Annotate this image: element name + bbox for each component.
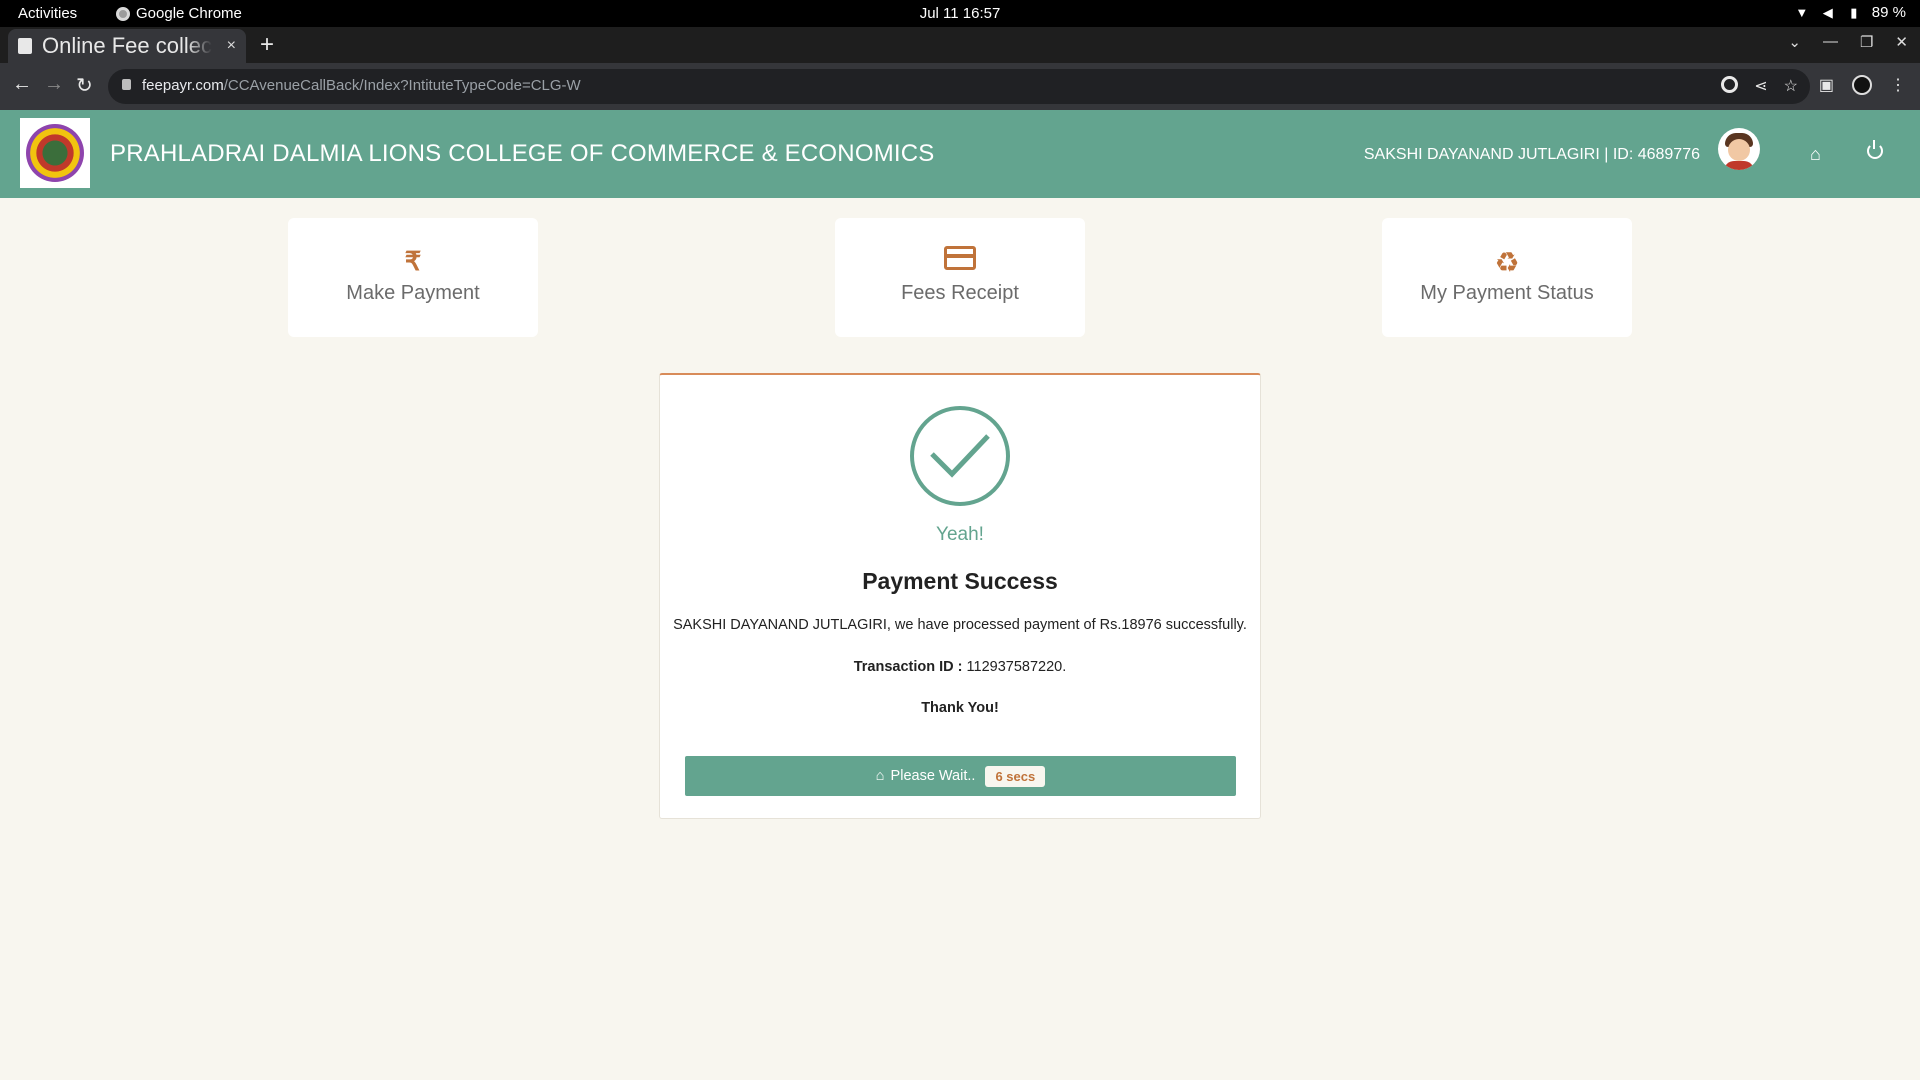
- battery-percent: 89 %: [1871, 4, 1906, 21]
- recycle-icon: ♻: [1494, 247, 1520, 278]
- app-name: Google Chrome: [136, 5, 242, 22]
- transaction-id-label: Transaction ID :: [853, 659, 963, 675]
- url-path: /CCAvenueCallBack/Index?IntituteTypeCode…: [223, 77, 581, 94]
- browser-tab[interactable]: Online Fee collection ×: [8, 29, 246, 63]
- google-lens-icon[interactable]: [1721, 76, 1739, 93]
- clock[interactable]: Jul 11 16:57: [920, 5, 1001, 22]
- side-panel-icon[interactable]: ▣: [1819, 75, 1834, 95]
- rupee-icon: ₹: [404, 246, 422, 276]
- close-tab-icon[interactable]: ×: [227, 37, 236, 55]
- lock-icon[interactable]: [122, 79, 131, 90]
- page-icon: [18, 38, 32, 54]
- system-tray[interactable]: ▼ ◀ ▮ 89 %: [1794, 4, 1906, 21]
- browser-toolbar: ← → ↻ feepayr.com/CCAvenueCallBack/Index…: [0, 63, 1920, 110]
- bookmark-star-icon[interactable]: ☆: [1784, 76, 1798, 96]
- card-label-make-payment: Make Payment: [346, 282, 480, 304]
- tab-search-icon[interactable]: ⌄: [1788, 33, 1801, 51]
- please-wait-label: Please Wait..: [890, 768, 976, 784]
- clock-area: Jul 11 16:57: [0, 5, 1920, 22]
- card-label-payment-status: My Payment Status: [1420, 282, 1594, 304]
- college-logo[interactable]: [20, 118, 90, 188]
- thank-you-text: Thank You!: [921, 700, 999, 716]
- user-info: SAKSHI DAYANAND JUTLAGIRI | ID: 4689776: [1363, 146, 1700, 163]
- wifi-icon: ▼: [1795, 5, 1809, 20]
- checkmark-icon: [910, 406, 1010, 506]
- please-wait-button[interactable]: ⌂ Please Wait.. 6 secs: [685, 756, 1236, 796]
- back-arrow-icon[interactable]: ←: [12, 73, 32, 96]
- success-exclaim: Yeah!: [936, 524, 984, 545]
- activities-button[interactable]: Activities: [18, 5, 77, 22]
- reload-icon[interactable]: ↻: [76, 73, 93, 98]
- fees-receipt-card[interactable]: Fees Receipt: [835, 218, 1085, 337]
- restore-icon[interactable]: ❐: [1860, 33, 1873, 51]
- toolbar-right: ▣ ⋮: [1819, 75, 1906, 95]
- profile-icon[interactable]: [1852, 75, 1872, 95]
- window-controls: ⌄ — ❐ ✕: [1788, 33, 1908, 51]
- countdown-badge: 6 secs: [985, 765, 1046, 787]
- os-top-bar: Activities Google Chrome Jul 11 16:57 ▼ …: [0, 0, 1920, 27]
- college-name: PRAHLADRAI DALMIA LIONS COLLEGE OF COMME…: [110, 140, 935, 167]
- transaction-id-value: 112937587220.: [962, 659, 1067, 675]
- make-payment-card[interactable]: ₹ Make Payment: [288, 218, 538, 337]
- minimize-icon[interactable]: —: [1823, 33, 1838, 51]
- site-header: PRAHLADRAI DALMIA LIONS COLLEGE OF COMME…: [0, 110, 1920, 198]
- chrome-menu-icon[interactable]: ⋮: [1890, 75, 1906, 95]
- avatar[interactable]: [1718, 128, 1760, 170]
- new-tab-button[interactable]: +: [260, 31, 274, 59]
- logout-power-icon[interactable]: [1867, 140, 1883, 159]
- chrome-icon: [116, 6, 130, 21]
- payment-result-panel: Yeah! Payment Success SAKSHI DAYANAND JU…: [659, 373, 1261, 819]
- close-window-icon[interactable]: ✕: [1895, 33, 1908, 51]
- home-icon[interactable]: ⌂: [1810, 144, 1821, 165]
- forward-arrow-icon[interactable]: →: [44, 73, 64, 96]
- volume-icon: ◀: [1822, 4, 1833, 20]
- success-title: Payment Success: [862, 568, 1058, 594]
- address-bar[interactable]: feepayr.com/CCAvenueCallBack/Index?Intit…: [108, 69, 1810, 104]
- transaction-id: Transaction ID : 112937587220.: [660, 659, 1260, 675]
- tab-title: Online Fee collection: [42, 33, 212, 58]
- app-menu[interactable]: Google Chrome: [116, 5, 242, 22]
- college-seal-icon: [26, 124, 84, 182]
- card-label-fees-receipt: Fees Receipt: [901, 282, 1019, 304]
- battery-icon: ▮: [1850, 4, 1858, 20]
- home-icon: ⌂: [875, 768, 885, 784]
- tab-strip: Online Fee collection × + ⌄ — ❐ ✕: [0, 27, 1920, 63]
- url-host: feepayr.com: [142, 77, 224, 94]
- omnibox-actions: ⋖ ☆: [1721, 76, 1798, 96]
- url-text[interactable]: feepayr.com/CCAvenueCallBack/Index?Intit…: [142, 77, 581, 94]
- payment-status-card[interactable]: ♻ My Payment Status: [1382, 218, 1632, 337]
- credit-card-icon: [944, 246, 976, 270]
- success-message: SAKSHI DAYANAND JUTLAGIRI, we have proce…: [673, 617, 1247, 633]
- share-icon[interactable]: ⋖: [1754, 76, 1767, 96]
